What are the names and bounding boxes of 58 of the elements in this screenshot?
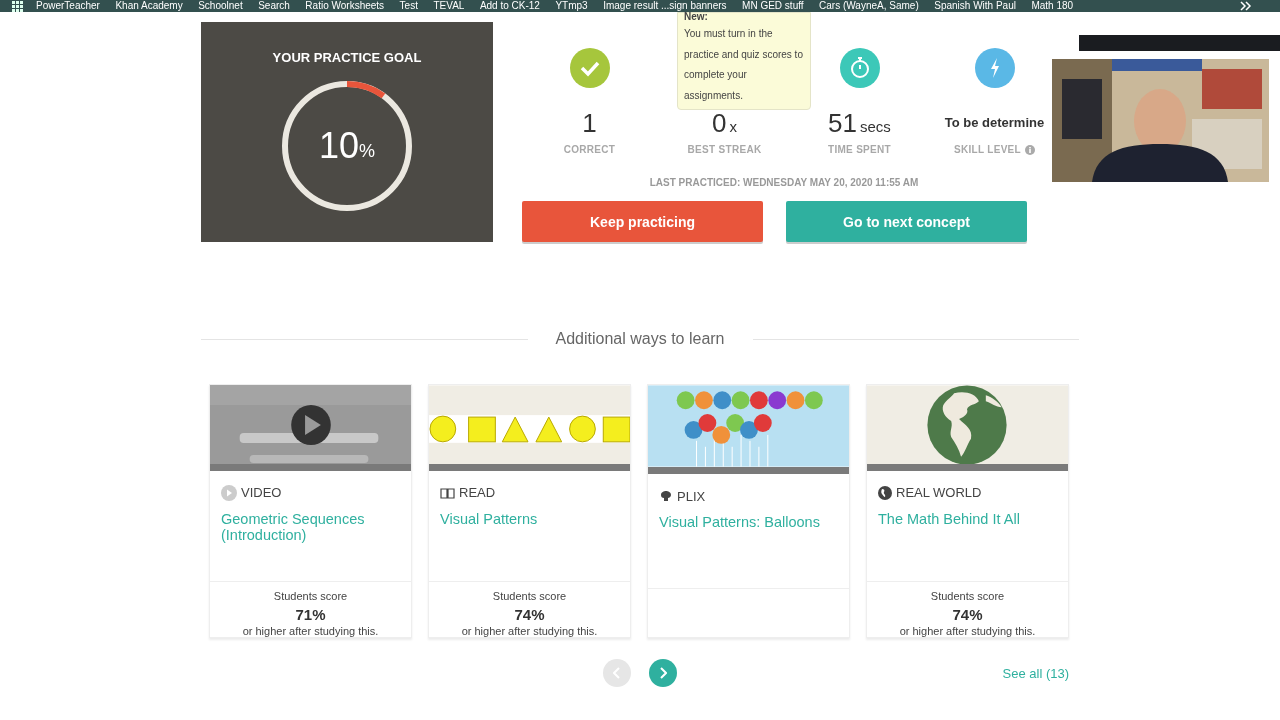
- score-label: Students score: [491, 590, 568, 602]
- bookmark-link[interactable]: PowerTeacher: [36, 0, 100, 12]
- bookmark-link[interactable]: Spanish With Paul: [934, 0, 1016, 12]
- bookmark-link[interactable]: Cars (WayneA, Same): [819, 0, 919, 12]
- resource-type: READ: [459, 485, 496, 501]
- score-note: or higher after studying this.: [898, 625, 1037, 637]
- resource-type: PLIX: [677, 488, 706, 504]
- resource-card[interactable]: REAL WORLD The Math Behind It All Students score 74% or higher after studying this.: [866, 384, 1069, 638]
- stat-value: 51 secs: [828, 108, 891, 138]
- globe-icon: [878, 485, 892, 500]
- resource-type: VIDEO: [241, 485, 282, 501]
- last-practiced: LAST PRACTICED: WEDNESDAY MAY 20, 2020 11:55 AM: [648, 177, 920, 188]
- check-icon: [569, 48, 610, 88]
- stat-label: BEST STREAK: [687, 144, 762, 155]
- score-value: 74%: [513, 606, 546, 623]
- goal-title: YOUR PRACTICE GOAL: [272, 50, 422, 65]
- goal-percent: 10%: [318, 124, 376, 168]
- stat-label: TIME SPENT: [828, 144, 891, 155]
- play-icon: [221, 484, 237, 501]
- stat-value: 1: [582, 108, 597, 138]
- resource-card[interactable]: READ Visual Patterns Students score 74% or higher after studying this.: [428, 384, 631, 638]
- tooltip-text: You must turn in the practice and quiz scores to complete your assignments.: [684, 27, 804, 103]
- book-icon: [440, 486, 455, 499]
- stat-value: To be determine: [944, 114, 1045, 132]
- bookmark-link[interactable]: YTmp3: [555, 0, 588, 12]
- score-value: 74%: [951, 606, 984, 623]
- bookmark-link[interactable]: Khan Academy: [115, 0, 183, 12]
- next-page-button[interactable]: [649, 659, 677, 687]
- bookmark-link[interactable]: Math 180: [1031, 0, 1074, 12]
- stat-value: 0 x: [712, 108, 737, 138]
- bookmark-link[interactable]: Test: [399, 0, 418, 12]
- stat-label: CORRECT: [563, 144, 616, 155]
- bookmark-link[interactable]: Schoolnet: [198, 0, 243, 12]
- info-icon[interactable]: [1025, 144, 1035, 155]
- stat-label: SKILL LEVEL: [954, 144, 1021, 155]
- score-value: 71%: [294, 606, 327, 623]
- tooltip-heading: New:: [684, 13, 709, 21]
- score-label: Students score: [929, 590, 1006, 602]
- bookmark-link[interactable]: Search: [258, 0, 290, 12]
- chevron-left-icon: [613, 667, 621, 679]
- action-button[interactable]: Keep practicing: [522, 201, 763, 242]
- section-title: Additional ways to learn: [554, 330, 726, 348]
- score-label: Students score: [272, 590, 349, 602]
- chevron-right-icon: [659, 667, 667, 679]
- bookmark-link[interactable]: Ratio Worksheets: [305, 0, 385, 12]
- score-note: or higher after studying this.: [241, 625, 380, 637]
- lightning-icon: [974, 48, 1015, 88]
- score-note: or higher after studying this.: [460, 625, 599, 637]
- resource-type: REAL WORLD: [896, 485, 982, 501]
- bookmark-link[interactable]: TEVAL: [433, 0, 465, 12]
- bookmark-link[interactable]: Add to CK-12: [479, 0, 540, 12]
- apps-icon[interactable]: [12, 0, 23, 12]
- resource-card[interactable]: PLIX Visual Patterns: Balloons: [647, 384, 850, 638]
- bookmark-link[interactable]: MN GED stuff: [742, 0, 804, 12]
- bookmark-link[interactable]: Image result ...sign banners: [603, 0, 727, 12]
- stopwatch-icon: [839, 48, 880, 88]
- more-icon[interactable]: [1240, 1, 1252, 11]
- resource-card[interactable]: VIDEO Geometric Sequences (Introduction) Students score 71% or higher after studying this.: [209, 384, 412, 638]
